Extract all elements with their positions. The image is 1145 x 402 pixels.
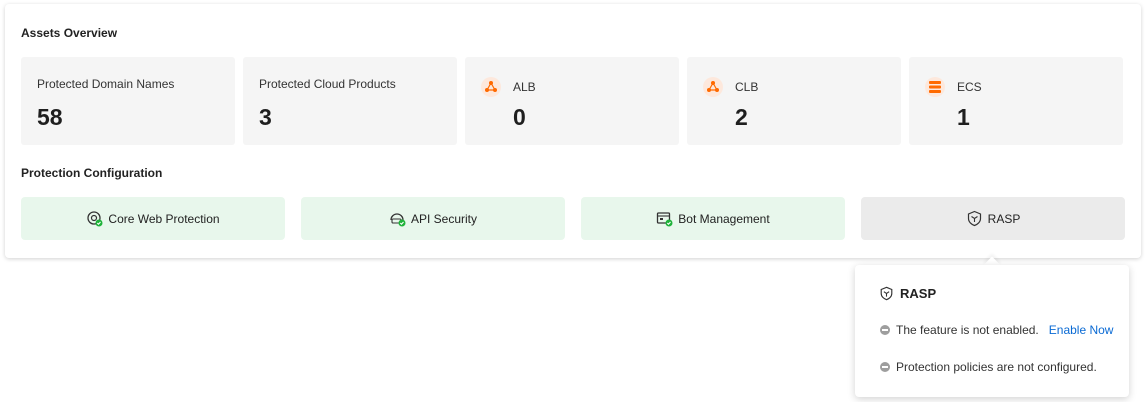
- feature-status-text: The feature is not enabled.: [896, 323, 1039, 337]
- disabled-status-icon: [880, 362, 890, 372]
- ecs-icon: [925, 77, 945, 97]
- stat-value: 58: [37, 104, 63, 130]
- stat-label: ECS: [957, 80, 982, 94]
- stat-alb[interactable]: ALB 0: [465, 57, 679, 145]
- stat-value: 1: [957, 104, 970, 130]
- stat-label: CLB: [735, 80, 759, 94]
- feature-status-line: The feature is not enabled. Enable Now: [880, 323, 1113, 337]
- enable-now-link[interactable]: Enable Now: [1049, 323, 1114, 337]
- api-security-button[interactable]: API Security: [301, 197, 565, 240]
- rasp-icon: [966, 210, 983, 227]
- stat-clb[interactable]: CLB 2: [687, 57, 901, 145]
- feature-row: Core Web Protection API Security Bot Man…: [21, 197, 1125, 240]
- feature-label: Bot Management: [678, 211, 770, 226]
- disabled-status-icon: [880, 325, 890, 335]
- stat-ecs[interactable]: ECS 1: [909, 57, 1123, 145]
- stat-label: Protected Cloud Products: [259, 77, 396, 91]
- stats-row: Protected Domain Names 58 Protected Clou…: [21, 57, 1123, 145]
- stat-protected-cloud-products[interactable]: Protected Cloud Products 3: [243, 57, 457, 145]
- rasp-icon: [879, 286, 894, 301]
- feature-label: API Security: [410, 211, 478, 226]
- protection-configuration-title: Protection Configuration: [21, 166, 163, 180]
- stat-protected-domain-names[interactable]: Protected Domain Names 58: [21, 57, 235, 145]
- policy-status-line: Protection policies are not configured.: [880, 360, 1097, 374]
- assets-overview-title: Assets Overview: [21, 26, 118, 40]
- stat-value: 3: [259, 104, 272, 130]
- stat-value: 2: [735, 104, 748, 130]
- popover-title-text: RASP: [900, 286, 937, 301]
- popover-title: RASP: [879, 286, 936, 301]
- alb-icon: [481, 77, 501, 97]
- stat-value: 0: [513, 104, 526, 130]
- stat-label: Protected Domain Names: [37, 77, 175, 91]
- clb-icon: [703, 77, 723, 97]
- core-web-protection-icon: [86, 210, 103, 227]
- rasp-popover: RASP The feature is not enabled. Enable N…: [855, 265, 1129, 397]
- stat-label: ALB: [513, 80, 536, 94]
- core-web-protection-button[interactable]: Core Web Protection: [21, 197, 285, 240]
- assets-card: Assets Overview Protected Domain Names 5…: [5, 4, 1141, 258]
- rasp-button[interactable]: RASP: [861, 197, 1125, 240]
- feature-label: RASP: [987, 211, 1021, 226]
- bot-management-button[interactable]: Bot Management: [581, 197, 845, 240]
- feature-label: Core Web Protection: [108, 211, 220, 226]
- policy-status-text: Protection policies are not configured.: [896, 360, 1097, 374]
- api-security-icon: [389, 210, 406, 227]
- bot-management-icon: [656, 210, 673, 227]
